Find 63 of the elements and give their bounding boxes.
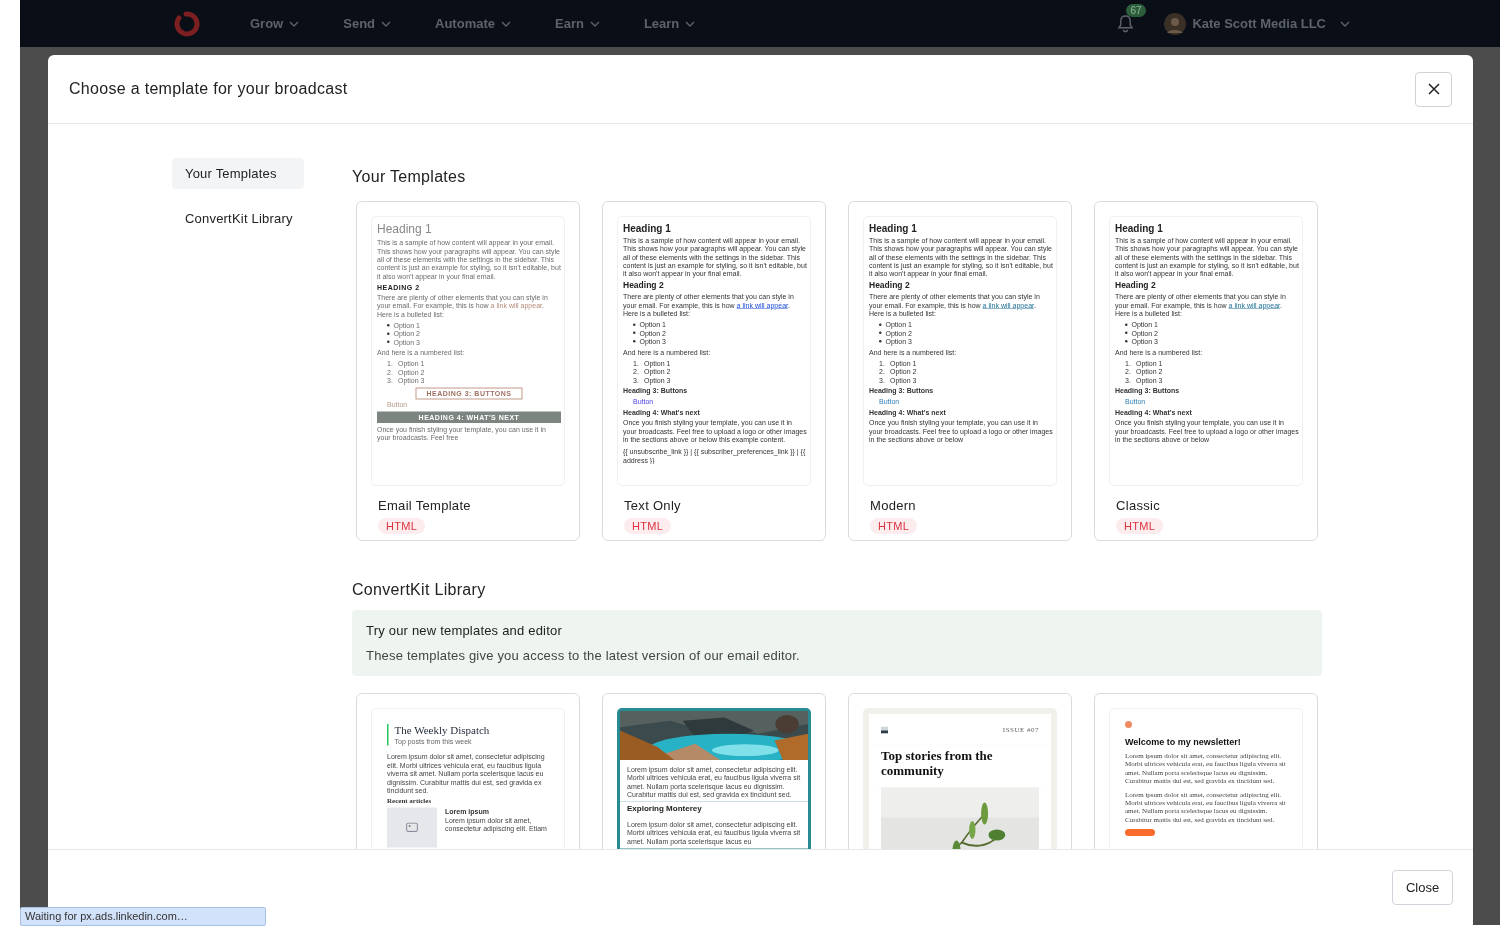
nav-menu-item[interactable]: Send (343, 16, 392, 31)
bell-icon[interactable] (1117, 14, 1135, 33)
preview-heading: Heading 1 (377, 222, 433, 237)
template-name: Email Template (378, 498, 472, 513)
bullet-icon (633, 331, 636, 335)
bullet-icon (1125, 323, 1128, 326)
image-placeholder (387, 807, 437, 848)
preview-heading: Heading 1 (869, 222, 918, 234)
preview-heading: Heading 2 (869, 280, 911, 291)
template-name: Modern (870, 498, 917, 513)
format-badge: HTML (870, 518, 918, 534)
dialog-title: Choose a template for your broadcast (69, 80, 348, 98)
nav-menu-item[interactable]: Automate (435, 16, 511, 31)
preview-button (1125, 829, 1155, 836)
close-button[interactable] (1415, 71, 1452, 107)
preview-heading: Exploring Monterey (620, 801, 808, 816)
accent-bar (387, 724, 389, 746)
bullet-icon (633, 323, 636, 326)
logo-dot-icon (1125, 721, 1132, 728)
chevron-down-icon (381, 20, 392, 27)
sidebar-item[interactable]: Your Templates (172, 158, 304, 189)
bullet-icon (387, 323, 390, 327)
sidebar-item[interactable]: ConvertKit Library (172, 203, 304, 234)
nav-menu-item[interactable]: Learn (643, 16, 696, 31)
banner-text: These templates give you access to the latest version of our email editor. (366, 648, 801, 663)
close-button[interactable]: Close (1392, 870, 1453, 905)
bullet-icon (633, 340, 636, 343)
nav-menu-item[interactable]: Grow (250, 16, 300, 31)
format-badge: HTML (378, 518, 426, 534)
status-bar: Waiting for px.ads.linkedin.com… (20, 907, 266, 926)
bullet-icon (879, 331, 882, 335)
preview-heading: Top stories from the community (869, 744, 1051, 788)
chevron-down-icon (289, 20, 300, 27)
bullet-icon (879, 323, 882, 326)
bullet-icon (879, 340, 882, 343)
template-name: Text Only (624, 498, 682, 513)
nav-menu-item[interactable]: Earn (555, 16, 600, 31)
chevron-down-icon (589, 20, 600, 27)
avatar-icon[interactable] (1164, 12, 1187, 35)
format-badge: HTML (624, 518, 672, 534)
section-title: ConvertKit Library (352, 581, 487, 599)
preview-heading: The Weekly Dispatch (394, 724, 490, 738)
logo-icon (881, 726, 888, 734)
template-name: Classic (1116, 498, 1161, 513)
bullet-icon (387, 340, 390, 344)
close-icon (1427, 83, 1440, 95)
bullet-icon (387, 332, 390, 335)
bullet-icon (1125, 331, 1128, 335)
chevron-down-icon (501, 20, 511, 27)
preview-heading: Welcome to my newsletter! (1125, 737, 1242, 748)
preview-heading: Heading 1 (623, 222, 672, 234)
bullet-icon (1125, 340, 1128, 343)
preview-heading: Heading 1 (1115, 222, 1164, 234)
format-badge: HTML (1116, 518, 1164, 534)
notification-count: 67 (1126, 4, 1146, 17)
chevron-down-icon (685, 20, 696, 27)
chevron-down-icon (1340, 20, 1350, 27)
banner-title: Try our new templates and editor (366, 623, 563, 638)
preview-heading: Heading 2 (1115, 280, 1157, 291)
account-menu[interactable]: Kate Scott Media LLC (1192, 16, 1350, 31)
logo-icon[interactable] (172, 9, 200, 38)
section-title: Your Templates (352, 168, 467, 186)
preview-heading: Heading 2 (623, 280, 665, 291)
